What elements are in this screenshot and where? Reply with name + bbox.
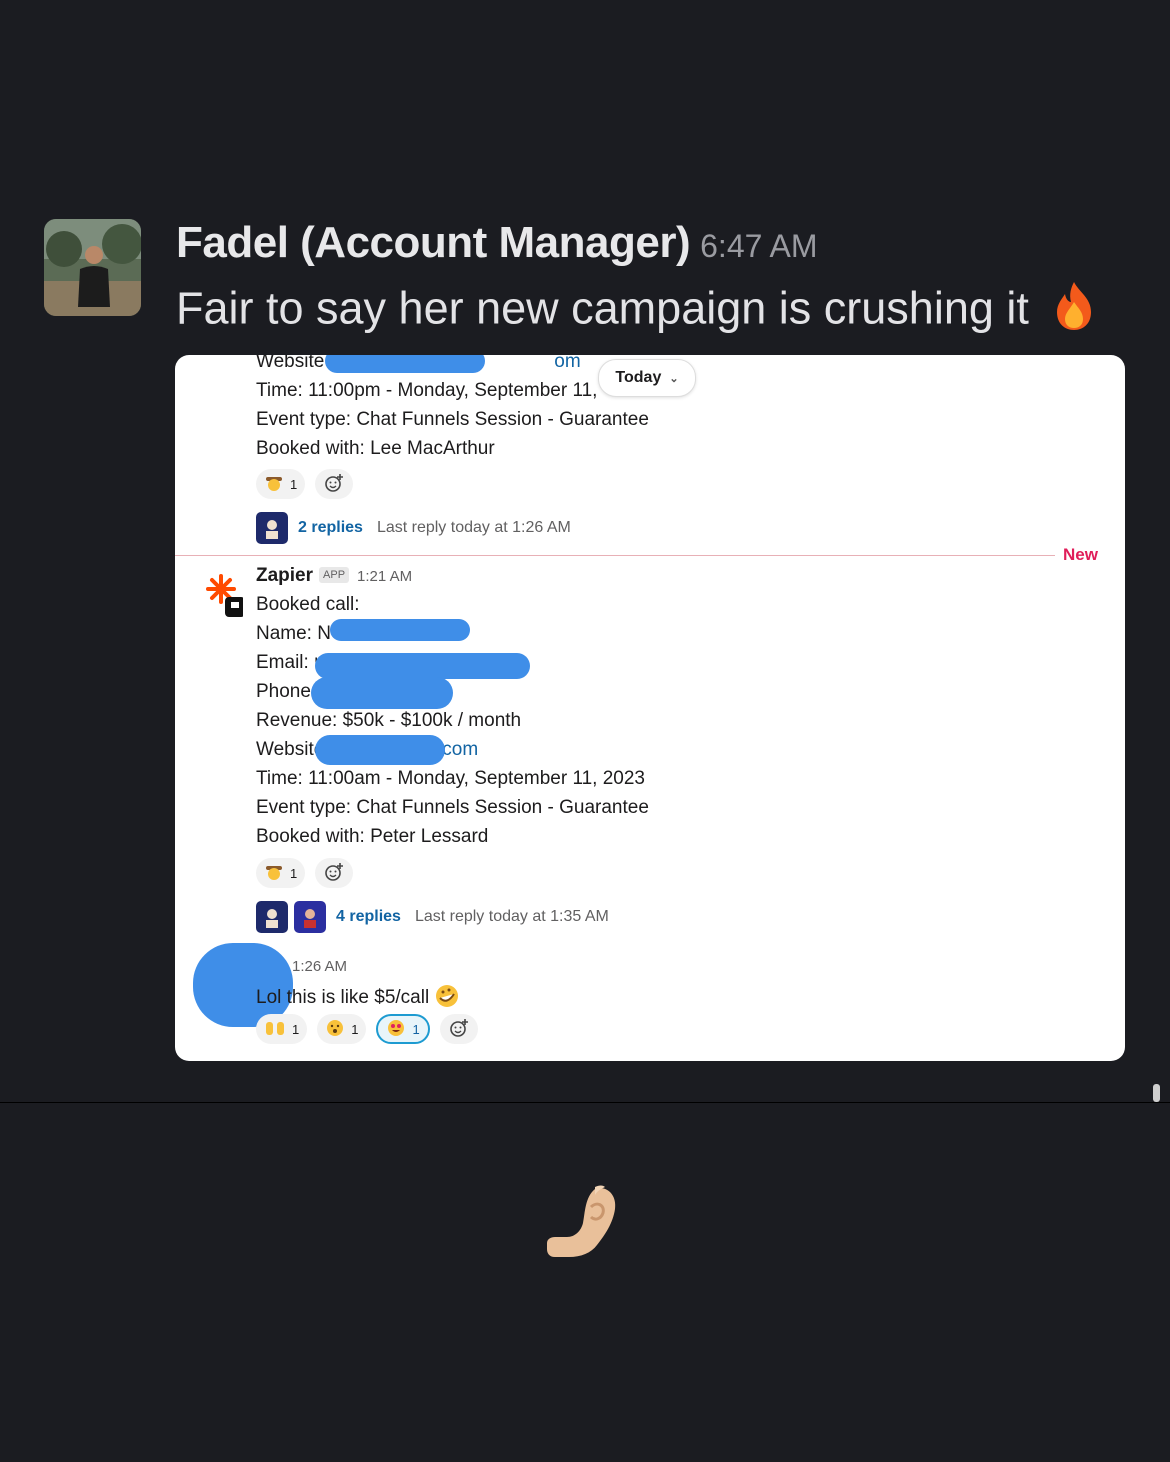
redaction-scribble: [330, 619, 470, 641]
time-line: Time: 11:00pm - Monday, September 11,: [256, 380, 598, 401]
add-emoji-icon: [449, 1018, 469, 1041]
event-type-line: Event type: Chat Funnels Session - Guara…: [256, 409, 649, 430]
cowboy-emoji-icon: [264, 474, 284, 495]
sender-name[interactable]: Fadel (Account Manager): [176, 218, 691, 267]
reaction-astonished[interactable]: 1: [317, 1014, 367, 1044]
zapier-timestamp[interactable]: 1:21 AM: [357, 568, 412, 585]
event-type-line: Event type: Chat Funnels Session - Guara…: [256, 797, 649, 818]
add-emoji-icon: [324, 473, 344, 496]
add-reaction-button[interactable]: [315, 469, 354, 499]
zapier-sender[interactable]: Zapier: [256, 565, 313, 586]
message-text: Fair to say her new campaign is crushing…: [176, 280, 1097, 343]
reaction-raised-hands[interactable]: 1: [256, 1014, 308, 1044]
reaction-row: 1: [256, 469, 354, 499]
scrollbar[interactable]: [1153, 1084, 1160, 1102]
name-line: Name: N: [256, 623, 331, 644]
redaction-scribble: [325, 355, 485, 373]
raised-hands-emoji-icon: [264, 1019, 286, 1040]
thread-avatar: [256, 512, 288, 544]
fire-emoji-icon: [1051, 280, 1097, 343]
phone-line: Phone: [256, 681, 311, 702]
last-reply-text: Last reply today at 1:35 AM: [414, 908, 609, 925]
add-reaction-button[interactable]: [439, 1014, 478, 1044]
zapier-header: Zapier APP 1:21 AM: [256, 565, 412, 587]
zapier-logo-icon[interactable]: [203, 573, 245, 624]
divider: [0, 1102, 1170, 1103]
avatar[interactable]: [44, 219, 141, 316]
reaction-heart-eyes[interactable]: 1: [376, 1014, 430, 1044]
redaction-scribble: [315, 653, 530, 679]
booked-with-line: Booked with: Lee MacArthur: [256, 438, 495, 459]
reaction-row: 1: [256, 858, 354, 888]
revenue-line: Revenue: $50k - $100k / month: [256, 710, 522, 731]
reaction-cowboy[interactable]: 1: [256, 858, 306, 888]
date-pill[interactable]: Today ⌄: [598, 359, 696, 397]
new-label: New: [1063, 545, 1098, 564]
booked-call-title: Booked call:: [256, 594, 360, 615]
message-header: Fadel (Account Manager) 6:47 AM: [176, 218, 818, 268]
reaction-row: 1 1 1: [256, 1014, 478, 1044]
reaction-cowboy[interactable]: 1: [256, 469, 306, 499]
booked-with-line: Booked with: Peter Lessard: [256, 826, 489, 847]
add-reaction-button[interactable]: [315, 858, 354, 888]
message-timestamp[interactable]: 6:47 AM: [700, 228, 817, 264]
redaction-scribble: [311, 677, 453, 709]
thread-summary[interactable]: 4 replies Last reply today at 1:35 AM: [256, 901, 609, 933]
time-line: Time: 11:00am - Monday, September 11, 20…: [256, 768, 645, 789]
add-emoji-icon: [324, 862, 344, 885]
message-body: Fair to say her new campaign is crushing…: [176, 282, 1029, 334]
thread-avatar: [256, 901, 288, 933]
last-reply-text: Last reply today at 1:26 AM: [376, 519, 571, 536]
embedded-screenshot[interactable]: Website om Time: 11:00pm - Monday, Septem…: [175, 355, 1125, 1061]
rofl-emoji-icon: [434, 985, 460, 1008]
new-messages-divider: [175, 555, 1055, 556]
email-line: Email: r: [256, 652, 321, 673]
reply-timestamp[interactable]: 1:26 AM: [292, 958, 347, 975]
astonished-face-emoji-icon: [325, 1018, 345, 1041]
replies-link[interactable]: 2 replies: [298, 519, 363, 537]
chevron-down-icon: ⌄: [669, 372, 679, 385]
reply-text: Lol this is like $5/call: [256, 983, 460, 1009]
app-badge: APP: [319, 567, 350, 583]
heart-eyes-emoji-icon: [386, 1018, 406, 1041]
redaction-scribble: [315, 735, 445, 765]
thread-avatar: [294, 901, 326, 933]
replies-link[interactable]: 4 replies: [336, 908, 401, 926]
thread-summary[interactable]: 2 replies Last reply today at 1:26 AM: [256, 512, 571, 544]
pinched-fingers-icon[interactable]: [545, 1183, 627, 1272]
cowboy-emoji-icon: [264, 863, 284, 884]
